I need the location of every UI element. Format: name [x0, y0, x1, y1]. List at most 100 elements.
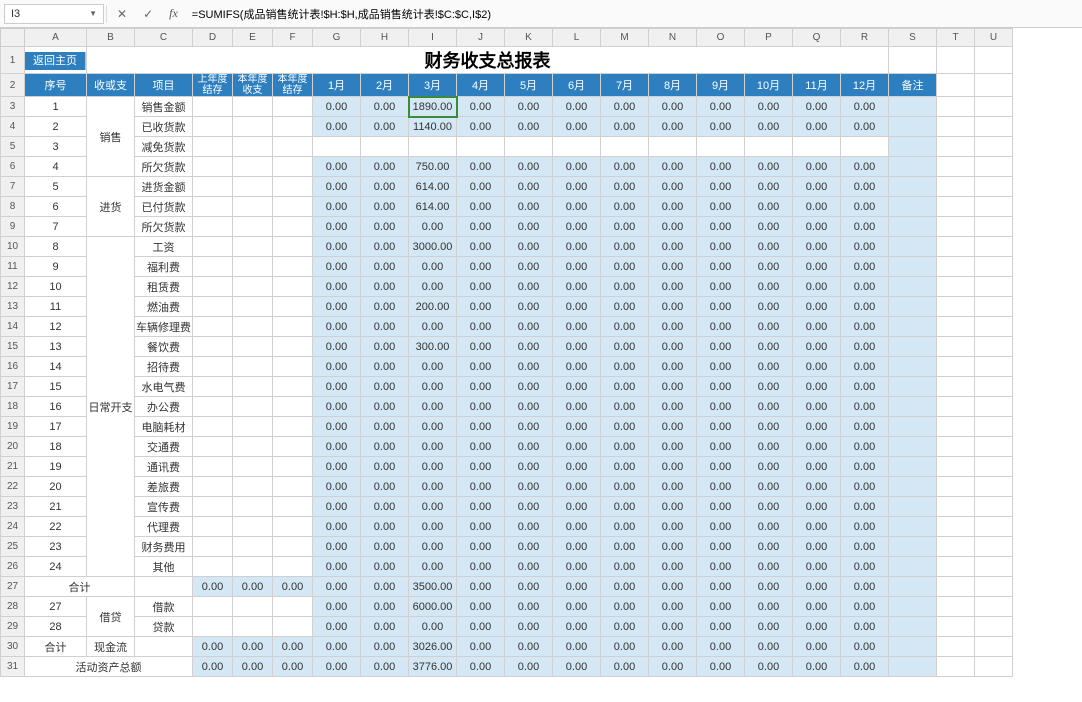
seq-cell[interactable]: 8 [25, 237, 87, 257]
cash-cell[interactable]: 0.00 [601, 637, 649, 657]
col-header[interactable]: D [193, 29, 233, 47]
seq-cell[interactable]: 17 [25, 417, 87, 437]
data-cell[interactable]: 0.00 [793, 277, 841, 297]
data-cell[interactable]: 0.00 [457, 117, 505, 137]
subtotal-label[interactable]: 合计 [25, 637, 87, 657]
data-cell[interactable]: 0.00 [649, 197, 697, 217]
data-cell[interactable]: 0.00 [697, 457, 745, 477]
data-cell[interactable]: 0.00 [745, 337, 793, 357]
row-header[interactable]: 2 [1, 74, 25, 97]
data-cell[interactable]: 0.00 [649, 177, 697, 197]
row-header[interactable]: 6 [1, 157, 25, 177]
activity-cell[interactable]: 0.00 [793, 657, 841, 677]
data-cell[interactable]: 0.00 [649, 437, 697, 457]
row-header[interactable]: 15 [1, 337, 25, 357]
data-cell[interactable]: 0.00 [601, 457, 649, 477]
data-cell[interactable]: 0.00 [601, 217, 649, 237]
category-cell[interactable]: 日常开支 [87, 237, 135, 577]
data-cell[interactable]: 0.00 [745, 297, 793, 317]
data-cell[interactable]: 0.00 [841, 337, 889, 357]
data-cell[interactable]: 0.00 [601, 237, 649, 257]
fx-icon[interactable]: fx [161, 6, 186, 21]
activity-cell[interactable]: 0.00 [697, 657, 745, 677]
data-cell[interactable]: 0.00 [697, 357, 745, 377]
subtotal-cell[interactable]: 0.00 [361, 577, 409, 597]
data-cell[interactable]: 0.00 [553, 377, 601, 397]
cash-cell[interactable]: 0.00 [505, 637, 553, 657]
data-cell[interactable]: 0.00 [601, 97, 649, 117]
data-cell[interactable]: 0.00 [457, 557, 505, 577]
data-cell[interactable]: 0.00 [553, 117, 601, 137]
col-header[interactable]: C [135, 29, 193, 47]
data-cell[interactable]: 0.00 [841, 217, 889, 237]
data-cell[interactable]: 0.00 [745, 377, 793, 397]
seq-cell[interactable]: 19 [25, 457, 87, 477]
cash-cell[interactable]: 3026.00 [409, 637, 457, 657]
row-header[interactable]: 21 [1, 457, 25, 477]
data-cell[interactable]: 0.00 [313, 297, 361, 317]
data-cell[interactable]: 0.00 [601, 357, 649, 377]
data-cell[interactable]: 0.00 [745, 537, 793, 557]
data-cell[interactable]: 0.00 [505, 477, 553, 497]
data-cell[interactable]: 0.00 [601, 417, 649, 437]
seq-cell[interactable]: 22 [25, 517, 87, 537]
data-cell[interactable]: 0.00 [409, 517, 457, 537]
data-cell[interactable]: 0.00 [313, 277, 361, 297]
row-header[interactable]: 19 [1, 417, 25, 437]
data-cell[interactable]: 0.00 [601, 497, 649, 517]
col-header[interactable]: H [361, 29, 409, 47]
data-cell[interactable]: 0.00 [553, 557, 601, 577]
back-button[interactable]: 返回主页 [25, 52, 86, 70]
item-cell[interactable]: 销售金额 [135, 97, 193, 117]
data-cell[interactable]: 0.00 [697, 537, 745, 557]
data-cell[interactable]: 0.00 [649, 477, 697, 497]
data-cell[interactable]: 0.00 [697, 437, 745, 457]
data-cell[interactable]: 0.00 [841, 377, 889, 397]
row-header[interactable]: 25 [1, 537, 25, 557]
item-cell[interactable]: 已付货款 [135, 197, 193, 217]
data-cell[interactable]: 0.00 [649, 537, 697, 557]
data-cell[interactable]: 0.00 [601, 597, 649, 617]
data-cell[interactable]: 0.00 [793, 397, 841, 417]
data-cell[interactable]: 0.00 [505, 97, 553, 117]
item-cell[interactable]: 通讯费 [135, 457, 193, 477]
data-cell[interactable]: 0.00 [841, 117, 889, 137]
row-header[interactable]: 28 [1, 597, 25, 617]
data-cell[interactable]: 0.00 [649, 597, 697, 617]
data-cell[interactable]: 0.00 [697, 417, 745, 437]
data-cell[interactable]: 0.00 [793, 617, 841, 637]
data-cell[interactable]: 0.00 [505, 437, 553, 457]
seq-cell[interactable]: 5 [25, 177, 87, 197]
data-cell[interactable]: 0.00 [793, 417, 841, 437]
data-cell[interactable]: 0.00 [745, 397, 793, 417]
data-cell[interactable]: 0.00 [841, 317, 889, 337]
col-header[interactable]: P [745, 29, 793, 47]
data-cell[interactable]: 0.00 [649, 457, 697, 477]
data-cell[interactable]: 0.00 [361, 617, 409, 637]
data-cell[interactable]: 0.00 [313, 497, 361, 517]
data-cell[interactable]: 0.00 [745, 197, 793, 217]
item-cell[interactable]: 代理费 [135, 517, 193, 537]
data-cell[interactable]: 0.00 [313, 477, 361, 497]
data-cell[interactable]: 0.00 [697, 557, 745, 577]
data-cell[interactable]: 0.00 [745, 97, 793, 117]
seq-cell[interactable]: 16 [25, 397, 87, 417]
item-cell[interactable]: 招待费 [135, 357, 193, 377]
data-cell[interactable]: 0.00 [409, 417, 457, 437]
data-cell[interactable]: 0.00 [793, 257, 841, 277]
data-cell[interactable]: 0.00 [697, 97, 745, 117]
row-header[interactable]: 7 [1, 177, 25, 197]
row-header[interactable]: 24 [1, 517, 25, 537]
data-cell[interactable]: 0.00 [841, 437, 889, 457]
activity-cell[interactable]: 0.00 [457, 657, 505, 677]
data-cell[interactable]: 0.00 [553, 597, 601, 617]
data-cell[interactable]: 0.00 [601, 157, 649, 177]
formula-input[interactable] [186, 4, 1082, 24]
data-cell[interactable]: 0.00 [313, 237, 361, 257]
activity-cell[interactable]: 3776.00 [409, 657, 457, 677]
data-cell[interactable]: 0.00 [697, 257, 745, 277]
data-cell[interactable]: 0.00 [313, 317, 361, 337]
data-cell[interactable]: 0.00 [457, 337, 505, 357]
data-cell[interactable]: 0.00 [409, 357, 457, 377]
data-cell[interactable]: 0.00 [361, 297, 409, 317]
